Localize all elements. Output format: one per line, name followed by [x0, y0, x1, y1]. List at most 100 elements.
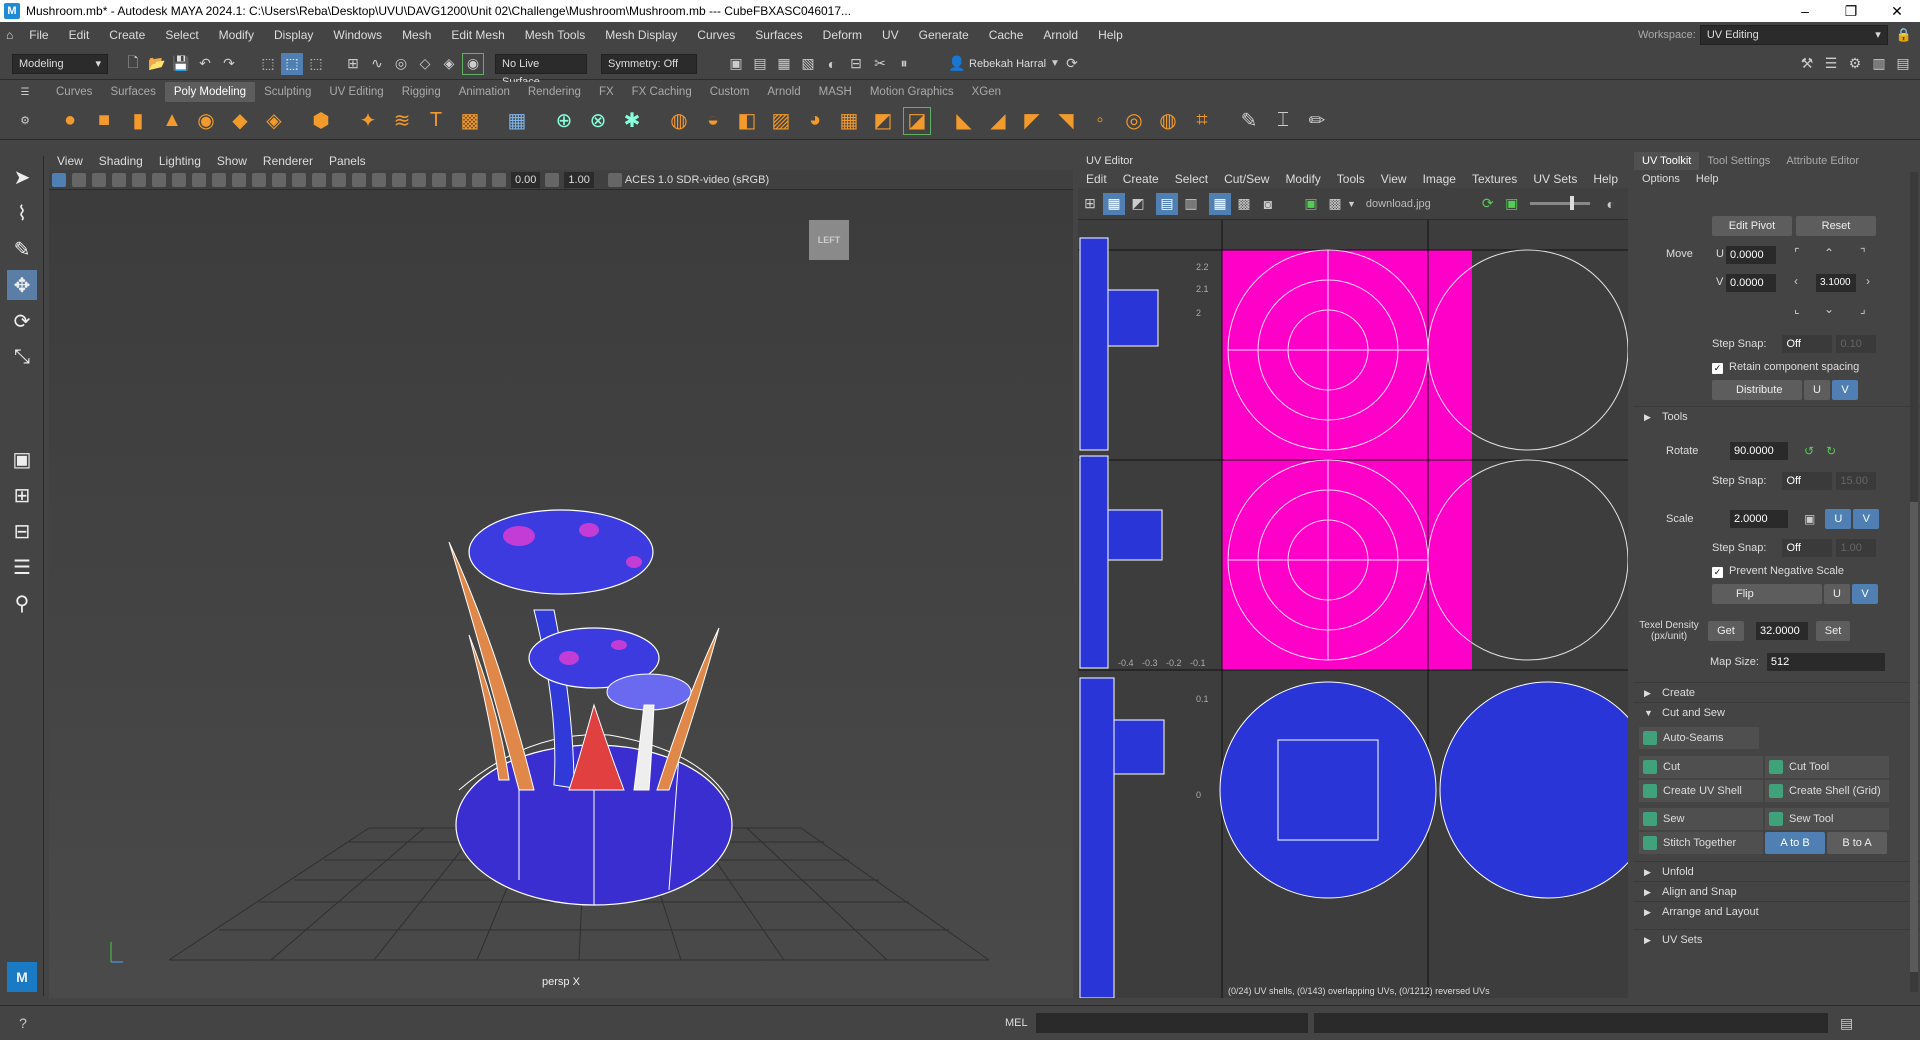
shelf-tab-custom[interactable]: Custom: [701, 82, 759, 102]
svg-tool-icon[interactable]: ▩: [456, 107, 484, 135]
uv-menu-image[interactable]: Image: [1415, 170, 1464, 188]
texel-density-field[interactable]: 32.0000: [1756, 622, 1808, 640]
uv-exposure-icon[interactable]: ▣: [1501, 193, 1523, 215]
camera-attr-icon[interactable]: [72, 172, 86, 187]
edit-pivot-button[interactable]: Edit Pivot: [1712, 216, 1792, 236]
rotate-tool-icon[interactable]: ⟳: [7, 306, 37, 336]
cut-tool-button[interactable]: Cut Tool: [1765, 756, 1889, 778]
lights-icon[interactable]: [372, 172, 386, 187]
platonic-solid-icon[interactable]: ⬢: [307, 107, 335, 135]
boolean-icon[interactable]: ◧: [733, 107, 761, 135]
shelf-menu-icon[interactable]: ☰: [14, 81, 36, 103]
menu-create[interactable]: Create: [99, 22, 155, 48]
gamma-icon[interactable]: [545, 172, 560, 187]
uv-menu-edit[interactable]: Edit: [1078, 170, 1115, 188]
poly-sphere-icon[interactable]: ●: [56, 107, 84, 135]
poly-plane-icon[interactable]: ◆: [226, 107, 254, 135]
resolution-gate-icon[interactable]: [172, 172, 186, 187]
tab-attribute-editor[interactable]: Attribute Editor: [1778, 152, 1867, 170]
auto-seams-button[interactable]: Auto-Seams: [1639, 727, 1759, 749]
snap-live-icon[interactable]: ◉: [462, 52, 484, 75]
safe-action-icon[interactable]: [232, 172, 246, 187]
wireframe-icon[interactable]: [272, 172, 286, 187]
move-up-right-icon[interactable]: ⌝: [1860, 246, 1866, 260]
checkbox-icon[interactable]: ✓: [1712, 567, 1723, 578]
step-snap-value[interactable]: 1.00: [1836, 539, 1877, 557]
poly-cone-icon[interactable]: ▲: [158, 107, 186, 135]
poly-cube-icon[interactable]: ■: [90, 107, 118, 135]
distribute-u-button[interactable]: U: [1804, 380, 1830, 400]
select-component-icon[interactable]: ⬚: [305, 53, 327, 75]
shelf-tab-animation[interactable]: Animation: [450, 82, 519, 102]
menu-mesh[interactable]: Mesh: [392, 22, 441, 48]
user-name[interactable]: Rebekah Harral: [969, 58, 1046, 70]
super-shape-icon[interactable]: ✦: [354, 107, 382, 135]
film-gate-icon[interactable]: [152, 172, 166, 187]
sew-tool-button[interactable]: Sew Tool: [1765, 808, 1889, 830]
shelf-tab-uv-editing[interactable]: UV Editing: [320, 82, 392, 102]
unfold-section-header[interactable]: ▶ Unfold: [1634, 861, 1920, 881]
fill-hole-icon[interactable]: ◩: [869, 107, 897, 135]
shelf-settings-icon[interactable]: ⚙: [14, 110, 36, 132]
shelf-tab-xgen[interactable]: XGen: [963, 82, 1010, 102]
move-u-field[interactable]: 0.0000: [1726, 246, 1776, 264]
uv-snapshot-icon[interactable]: ◙: [1257, 193, 1279, 215]
move-up-left-icon[interactable]: ⌜: [1794, 246, 1800, 260]
menu-edit[interactable]: Edit: [59, 22, 100, 48]
snap-grid-icon[interactable]: ⊞: [342, 53, 364, 75]
uv-shaded-icon[interactable]: ▦: [1103, 192, 1125, 215]
step-snap-value[interactable]: 0.10: [1836, 335, 1877, 353]
snap-curve-icon[interactable]: ∿: [366, 53, 388, 75]
step-snap-dropdown[interactable]: Off: [1782, 539, 1833, 557]
tools-section-header[interactable]: ▶ Tools: [1634, 406, 1920, 426]
paint-select-tool-icon[interactable]: ✎: [7, 234, 37, 264]
open-scene-icon[interactable]: 📂: [146, 53, 168, 75]
camera-select-icon[interactable]: [52, 172, 66, 187]
create-uv-shell-button[interactable]: Create UV Shell: [1639, 780, 1763, 802]
outliner-view-icon[interactable]: ☰: [7, 552, 37, 582]
user-icon[interactable]: 👤: [946, 53, 968, 75]
channel-box-icon[interactable]: ▥: [1868, 53, 1890, 75]
uv-texture-icon[interactable]: ▣: [1300, 193, 1322, 215]
shelf-tab-mash[interactable]: MASH: [810, 82, 861, 102]
reset-button[interactable]: Reset: [1796, 216, 1876, 236]
script-editor-icon[interactable]: ▤: [1836, 1012, 1858, 1034]
texel-get-button[interactable]: Get: [1708, 621, 1744, 641]
shelf-tab-arnold[interactable]: Arnold: [758, 82, 809, 102]
cut-sew-section-header[interactable]: ▼ Cut and Sew: [1634, 702, 1920, 722]
insert-loop-icon[interactable]: ◎: [1120, 107, 1148, 135]
vp-menu-panels[interactable]: Panels: [321, 152, 374, 170]
grid-icon[interactable]: ▦: [503, 107, 531, 135]
field-chart-icon[interactable]: [212, 172, 226, 187]
shelf-tab-fx-caching[interactable]: FX Caching: [623, 82, 701, 102]
bridge-icon[interactable]: ▦: [835, 107, 863, 135]
cut-button[interactable]: Cut: [1639, 756, 1763, 778]
view-cube[interactable]: LEFT: [809, 220, 849, 260]
scale-icon[interactable]: ▣: [1804, 512, 1815, 526]
toolkit-menu-options[interactable]: Options: [1634, 170, 1688, 188]
flip-v-button[interactable]: V: [1852, 584, 1878, 604]
home-icon[interactable]: ⌂: [0, 22, 19, 48]
flip-u-button[interactable]: U: [1824, 584, 1850, 604]
ao-icon[interactable]: [412, 172, 426, 187]
menu-help[interactable]: Help: [1088, 22, 1133, 48]
uv-menu-modify[interactable]: Modify: [1277, 170, 1328, 188]
smooth-shade-icon[interactable]: [292, 172, 306, 187]
user-dropdown-icon[interactable]: ▼: [1050, 58, 1060, 69]
wireframe-on-shaded-icon[interactable]: [312, 172, 326, 187]
ipr-icon[interactable]: ▦: [773, 53, 795, 75]
attribute-editor-icon[interactable]: ☰: [1820, 53, 1842, 75]
shelf-tab-fx[interactable]: FX: [590, 82, 623, 102]
uv-menu-create[interactable]: Create: [1115, 170, 1167, 188]
connect-icon[interactable]: ◤: [1018, 107, 1046, 135]
snap-point-icon[interactable]: ◎: [390, 53, 412, 75]
uv-menu-textures[interactable]: Textures: [1464, 170, 1525, 188]
bookmark-icon[interactable]: [92, 172, 106, 187]
move-down-left-icon[interactable]: ⌞: [1794, 302, 1800, 316]
modeling-toolkit-icon[interactable]: ⚒: [1796, 53, 1818, 75]
uv-menu-select[interactable]: Select: [1167, 170, 1216, 188]
menu-arnold[interactable]: Arnold: [1033, 22, 1088, 48]
color-management-icon[interactable]: [607, 172, 622, 187]
safe-title-icon[interactable]: [252, 172, 266, 187]
tool-settings-icon[interactable]: ⚙: [1844, 53, 1866, 75]
